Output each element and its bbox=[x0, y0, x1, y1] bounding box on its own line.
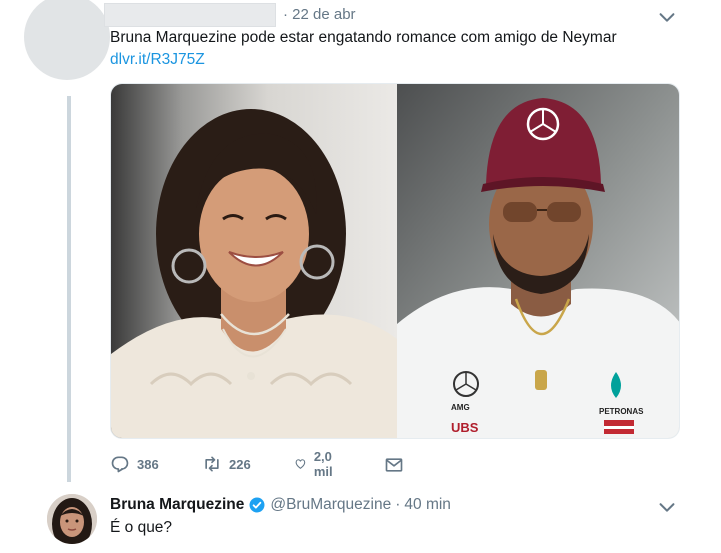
message-button[interactable] bbox=[384, 454, 404, 476]
reply-text: É o que? bbox=[110, 519, 173, 536]
reply-count: 386 bbox=[137, 456, 159, 472]
retweet-count: 226 bbox=[229, 456, 251, 472]
reply-handle[interactable]: @BruMarquezine bbox=[270, 496, 391, 514]
retweet-icon bbox=[205, 456, 219, 472]
reply-author-name[interactable]: Bruna Marquezine bbox=[110, 496, 244, 514]
retweet-button[interactable]: 226 bbox=[202, 453, 251, 475]
tweet-link[interactable]: dlvr.it/R3J75Z bbox=[110, 51, 205, 69]
reply-header: Bruna Marquezine @BruMarquezine · 40 min bbox=[110, 496, 451, 514]
svg-text:PETRONAS: PETRONAS bbox=[599, 407, 644, 416]
separator-dot: · bbox=[395, 496, 401, 513]
message-icon bbox=[385, 458, 403, 472]
like-icon bbox=[295, 459, 306, 469]
reply-icon bbox=[111, 456, 129, 473]
chevron-down-icon[interactable] bbox=[656, 6, 678, 28]
thread-connector-line bbox=[67, 96, 71, 482]
reply-button[interactable]: 386 bbox=[110, 453, 159, 475]
like-button[interactable]: 2,0 mil bbox=[294, 449, 340, 479]
like-count: 2,0 mil bbox=[313, 449, 333, 479]
svg-text:AMG: AMG bbox=[451, 403, 470, 412]
reply-time[interactable]: 40 min bbox=[404, 496, 451, 514]
tweet-text: Bruna Marquezine pode estar engatando ro… bbox=[110, 29, 617, 46]
reply-avatar[interactable] bbox=[47, 494, 97, 544]
svg-text:UBS: UBS bbox=[451, 420, 479, 435]
chevron-down-icon[interactable] bbox=[656, 496, 678, 518]
redacted-author-name bbox=[104, 3, 276, 27]
tweet-date[interactable]: · 22 de abr bbox=[283, 6, 356, 23]
left-photo bbox=[111, 84, 397, 438]
right-photo: AMG UBS PETRONAS bbox=[397, 84, 679, 438]
tweet-media[interactable]: AMG UBS PETRONAS bbox=[110, 83, 680, 439]
verified-badge-icon bbox=[249, 497, 265, 513]
author-avatar[interactable] bbox=[24, 0, 110, 80]
